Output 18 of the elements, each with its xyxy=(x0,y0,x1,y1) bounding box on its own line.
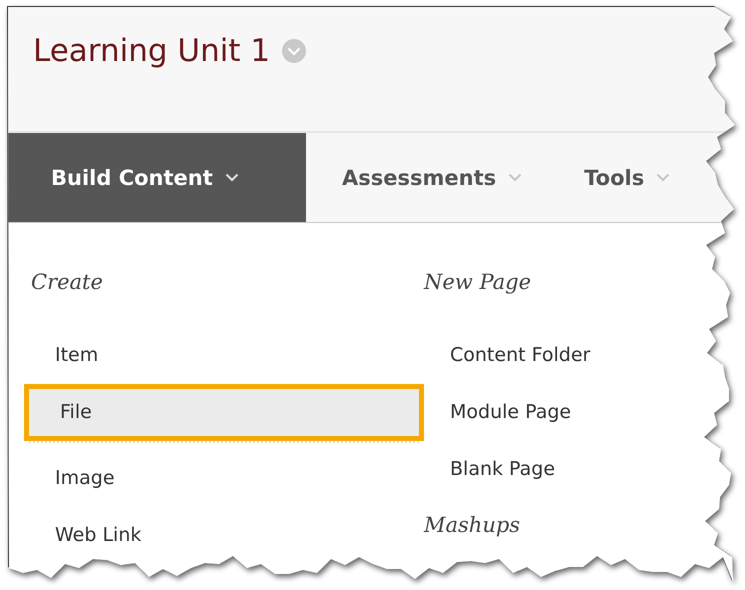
section-heading: Mashups xyxy=(424,512,522,539)
page-title: Learning Unit 1 xyxy=(33,32,270,71)
menu-tab[interactable]: Assessments xyxy=(306,133,548,222)
section-heading: Create xyxy=(31,269,104,296)
menu-item[interactable]: Image xyxy=(24,450,424,507)
caret-icon xyxy=(656,173,670,182)
menu-tab[interactable]: Build Content xyxy=(8,133,306,222)
menu-tab[interactable]: Tools xyxy=(548,133,696,222)
section-heading: New Page xyxy=(424,269,532,296)
caret-icon xyxy=(508,173,522,182)
menu-item[interactable]: Module Page xyxy=(424,384,572,441)
caret-icon xyxy=(224,173,239,182)
menu-item[interactable]: Item xyxy=(24,327,424,384)
menu-item[interactable]: File xyxy=(24,384,424,441)
menu-item[interactable]: Blank Page xyxy=(424,441,556,498)
options-menu-icon[interactable] xyxy=(282,39,306,63)
menu-item[interactable]: Content Folder xyxy=(424,327,590,384)
menu-item[interactable]: Web Link xyxy=(24,507,424,564)
